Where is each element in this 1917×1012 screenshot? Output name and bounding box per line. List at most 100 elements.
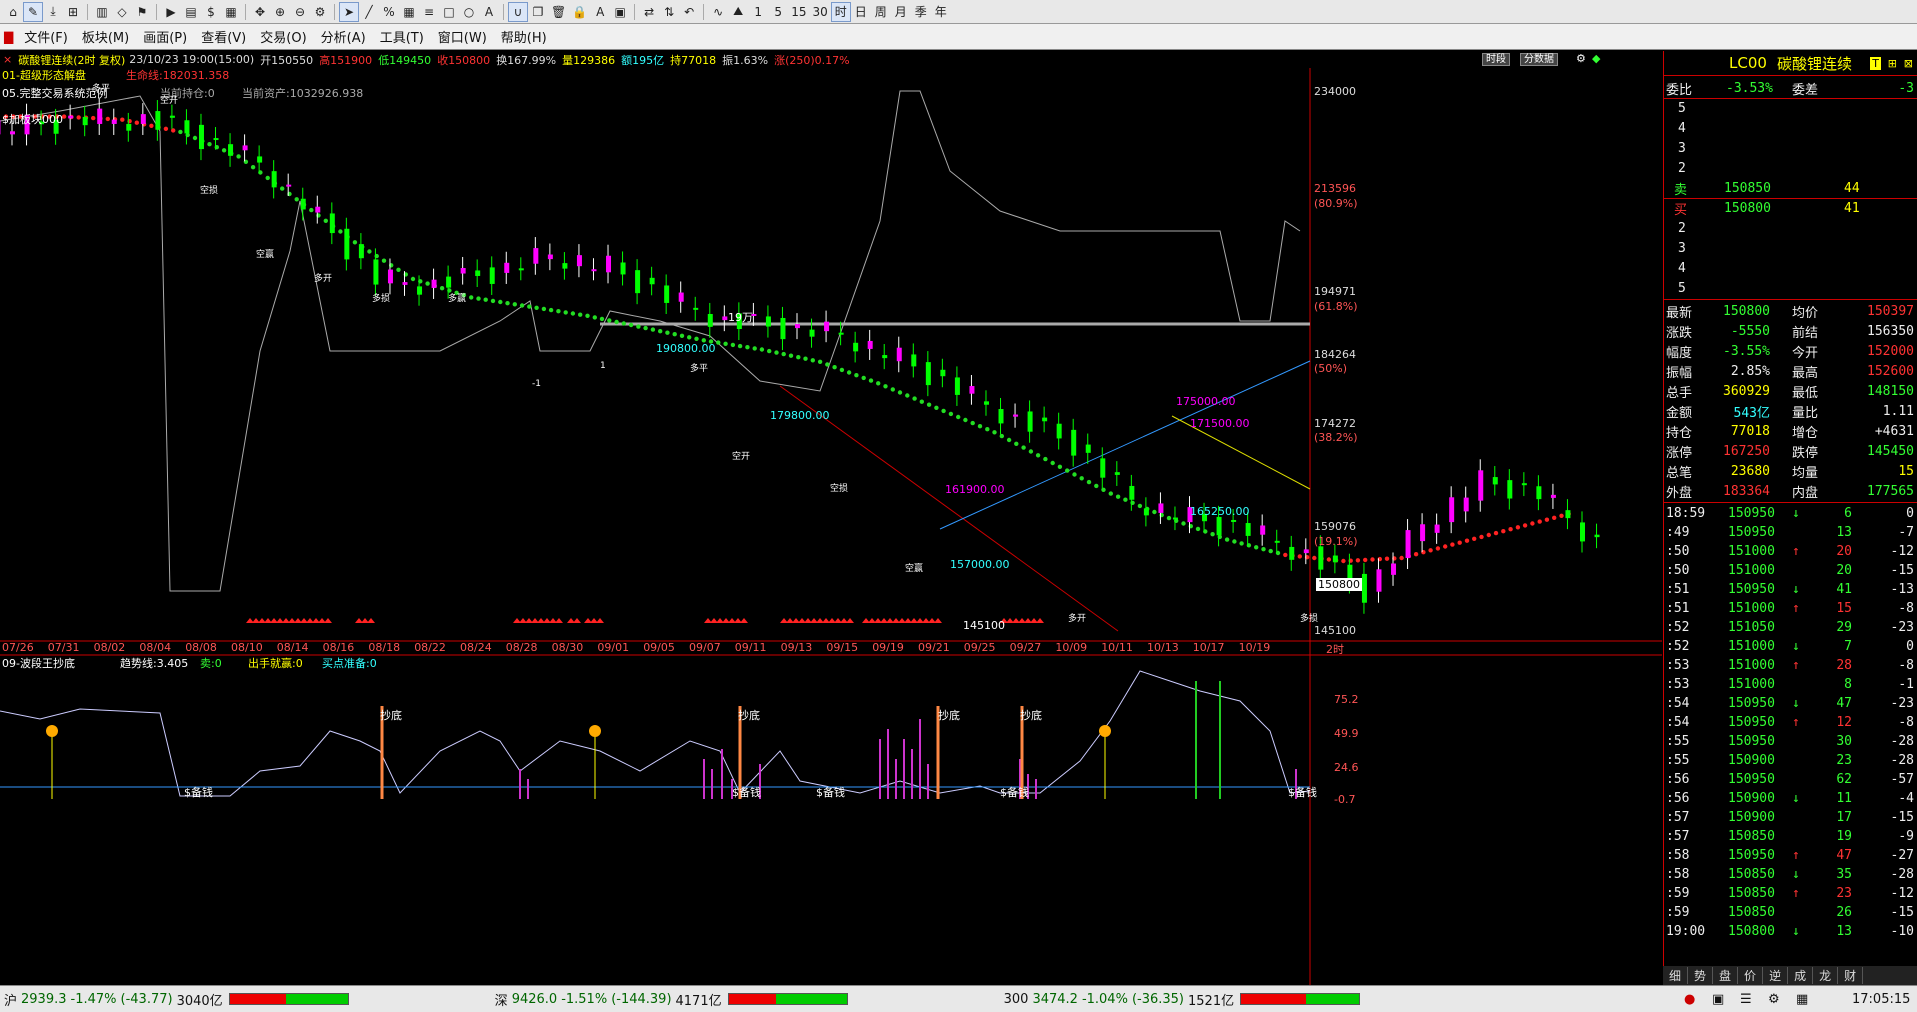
tray-icon-5[interactable]: ▦	[1796, 992, 1808, 1007]
circle-icon[interactable]: ○	[459, 2, 479, 22]
text-tool-icon[interactable]: A	[479, 2, 499, 22]
sub-indicator-name[interactable]: 09-波段王抄底	[2, 655, 75, 671]
candle-body	[169, 115, 175, 118]
period-8[interactable]: 季	[911, 2, 931, 22]
zoom-out-icon[interactable]: ⊖	[290, 2, 310, 22]
menu-item-2[interactable]: 画面(P)	[136, 27, 194, 46]
settings-icon[interactable]: ⚙	[1576, 52, 1586, 65]
quote-tab-3[interactable]: 价	[1738, 967, 1764, 984]
bar-chart-icon[interactable]: ▥	[92, 2, 112, 22]
candle-body	[1245, 523, 1251, 536]
magnet-icon[interactable]: ∪	[508, 1, 528, 22]
rect-icon[interactable]: □	[439, 2, 459, 22]
chart-canvas[interactable]	[0, 51, 1662, 985]
period-3[interactable]: 30	[809, 2, 830, 22]
menu-item-4[interactable]: 交易(O)	[253, 27, 313, 46]
play-icon[interactable]: ▶	[161, 2, 181, 22]
quote-tab-6[interactable]: 龙	[1813, 967, 1839, 984]
quote-tabs: 细势盘价逆成龙财	[1663, 966, 1917, 985]
quote-tab-0[interactable]: 细	[1663, 967, 1689, 984]
download-icon[interactable]: ⤓	[43, 2, 63, 22]
lock-icon[interactable]: 🔒	[569, 2, 590, 22]
expand-icon[interactable]: ⊞	[1888, 57, 1897, 70]
note-icon[interactable]: ▤	[181, 2, 201, 22]
period-button[interactable]: 时段	[1482, 53, 1510, 66]
menu-item-5[interactable]: 分析(A)	[314, 27, 373, 46]
period-1[interactable]: 5	[768, 2, 788, 22]
save-icon[interactable]: ▣	[610, 2, 630, 22]
tray-icon-2[interactable]: ▣	[1712, 992, 1724, 1007]
candle-body	[896, 347, 902, 362]
close-panel-icon[interactable]: ⊠	[1904, 57, 1913, 70]
percent-icon[interactable]: %	[379, 2, 399, 22]
menu-item-1[interactable]: 板块(M)	[75, 27, 136, 46]
undo-icon[interactable]: ↶	[679, 2, 699, 22]
period-5[interactable]: 日	[851, 2, 871, 22]
diamond-icon[interactable]: ◆	[1592, 52, 1600, 65]
indicator1-name[interactable]: 01-超级形态解盘	[2, 67, 86, 83]
fib-icon[interactable]: ≡	[419, 2, 439, 22]
flip-v-icon[interactable]: ⇅	[659, 2, 679, 22]
flag-icon[interactable]: ⚑	[132, 2, 152, 22]
line-tool-icon[interactable]: ╱	[359, 2, 379, 22]
lifeline-dot	[134, 120, 139, 125]
clock: 17:05:15	[1852, 991, 1911, 1007]
lifeline-dot	[737, 343, 743, 349]
tray-icon-1[interactable]: ●	[1684, 992, 1695, 1007]
candle-body	[940, 369, 946, 377]
tray-icon-4[interactable]: ⚙	[1768, 992, 1780, 1007]
grid-tool-icon[interactable]: ▦	[399, 2, 419, 22]
period-7[interactable]: 月	[891, 2, 911, 22]
date-axis-label: 09/05	[643, 641, 675, 654]
quote-tab-2[interactable]: 盘	[1713, 967, 1739, 984]
quote-tab-5[interactable]: 成	[1788, 967, 1814, 984]
lifeline-dot	[876, 381, 881, 386]
period-0[interactable]: 1	[748, 2, 768, 22]
cursor-icon[interactable]: ➤	[339, 1, 359, 22]
diamond-icon[interactable]: ◇	[112, 2, 132, 22]
period-9[interactable]: 年	[931, 2, 951, 22]
tick-arrow: ↑	[1792, 658, 1800, 673]
delete-icon[interactable]: 🗑	[548, 2, 569, 22]
zoom-in-icon[interactable]: ⊕	[270, 2, 290, 22]
tray-icon-3[interactable]: ☰	[1740, 992, 1752, 1007]
chart-close-icon[interactable]: ×	[0, 53, 12, 66]
quote-panel: LC00 碳酸锂连续 T ⊞ ⊠ 委比 -3.53% 委差 -3 5 4 3 2 卖 150850…	[1663, 51, 1917, 985]
menu-item-7[interactable]: 窗口(W)	[431, 27, 494, 46]
main-chart[interactable]: × 碳酸锂连续(2时 复权) 23/10/23 19:00(15:00) 开15…	[0, 51, 1662, 985]
home-icon[interactable]: ⌂	[3, 2, 23, 22]
lifeline-dot	[1006, 437, 1012, 443]
calc-icon[interactable]: ▦	[221, 2, 241, 22]
menu-item-0[interactable]: 文件(F)	[17, 27, 75, 46]
copy-icon[interactable]: ❐	[528, 2, 548, 22]
period-6[interactable]: 周	[871, 2, 891, 22]
tick-delta: -8	[1898, 601, 1914, 616]
data-button[interactable]: 分数据	[1520, 53, 1558, 66]
quote-tab-1[interactable]: 势	[1688, 967, 1714, 984]
line-chart-icon[interactable]: ∿	[708, 2, 728, 22]
tick-delta: 0	[1906, 506, 1914, 521]
lifeline-dot	[948, 411, 954, 417]
menu-item-6[interactable]: 工具(T)	[373, 27, 431, 46]
pen-icon[interactable]: ✎	[23, 1, 43, 22]
layout-icon[interactable]: ⊞	[63, 2, 83, 22]
gear-icon[interactable]: ⚙	[310, 2, 330, 22]
candle-body	[911, 354, 917, 367]
date-axis-label: 09/13	[780, 641, 813, 654]
period-4[interactable]: 时	[830, 1, 851, 22]
quote-tab-7[interactable]: 财	[1838, 967, 1864, 984]
stat-value-2: 152000	[1867, 343, 1914, 359]
tick-time: :57	[1666, 810, 1690, 825]
area-chart-icon[interactable]: ⛰	[728, 2, 748, 22]
color-icon[interactable]: A	[590, 2, 610, 22]
flip-icon[interactable]: ⇄	[639, 2, 659, 22]
quote-tab-4[interactable]: 逆	[1763, 967, 1789, 984]
move-icon[interactable]: ✥	[250, 2, 270, 22]
status-bar: 沪 2939.3 -1.47% (-43.77) 3040亿 深 9426.0 …	[0, 985, 1917, 1012]
t-icon[interactable]: T	[1870, 56, 1881, 70]
dollar-icon[interactable]: $	[201, 2, 221, 22]
menu-item-8[interactable]: 帮助(H)	[494, 27, 554, 46]
chart-title-bar: × 碳酸锂连续(2时 复权) 23/10/23 19:00(15:00) 开15…	[0, 51, 1662, 68]
period-2[interactable]: 15	[788, 2, 809, 22]
menu-item-3[interactable]: 查看(V)	[194, 27, 253, 46]
